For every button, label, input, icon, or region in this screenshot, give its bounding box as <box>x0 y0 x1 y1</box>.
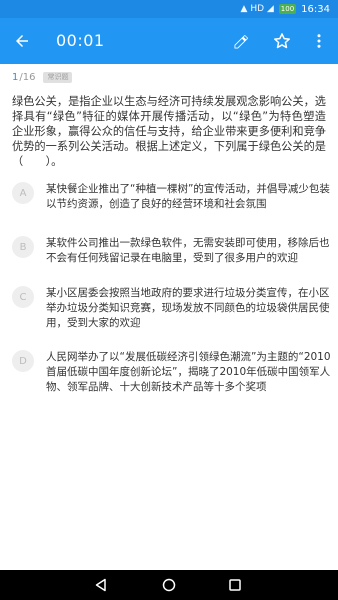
favorite-button[interactable] <box>268 27 296 55</box>
triangle-back-icon <box>95 578 106 592</box>
current-question-number: 1 <box>12 71 19 83</box>
battery-indicator: 100 <box>278 4 297 14</box>
option-d-letter: D <box>12 350 34 372</box>
back-arrow-icon <box>16 35 28 47</box>
system-nav-bar <box>0 570 338 600</box>
option-d-text: 人民网举办了以“发展低碳经济引领绿色潮流”为主题的“2010首届低碳中国年度创新… <box>46 351 331 393</box>
exam-timer: 00:01 <box>56 31 105 50</box>
edit-pencil-icon <box>234 35 248 49</box>
option-a-letter: A <box>12 182 34 204</box>
question-text: 绿色公关，是指企业以生态与经济可持续发展观念影响公关，选择具有“绿色”特征的媒体… <box>12 95 326 168</box>
circle-home-icon <box>162 578 176 592</box>
more-vert-icon <box>317 34 321 48</box>
option-c-letter: C <box>12 286 34 308</box>
option-c-text: 某小区居委会按照当地政府的要求进行垃圾分类宣传，在小区举办垃圾分类知识竞赛，现场… <box>46 287 330 329</box>
question-type-badge: 常识题 <box>43 71 73 83</box>
question-progress: 1 /16 常识题 <box>12 70 73 84</box>
toolbar: 00:01 <box>0 18 338 64</box>
signal-indicators: ▲ HD ◢ <box>240 4 274 14</box>
status-time: 16:34 <box>301 3 330 15</box>
status-bar: ▲ HD ◢ 100 16:34 <box>0 0 338 18</box>
option-b-letter: B <box>12 236 34 258</box>
back-button[interactable] <box>8 27 36 55</box>
star-icon <box>274 33 290 49</box>
nav-home-button[interactable] <box>160 576 178 594</box>
square-recents-icon <box>229 579 241 591</box>
total-questions: /16 <box>19 71 36 83</box>
option-b-text: 某软件公司推出一款绿色软件，无需安装即可使用，移除后也不会有任何残留记录在电脑里… <box>46 237 330 264</box>
nav-recents-button[interactable] <box>226 576 244 594</box>
edit-button[interactable] <box>228 27 256 55</box>
more-options-button[interactable] <box>305 27 333 55</box>
option-a-text: 某快餐企业推出了“种植一棵树”的宣传活动，并倡导减少包装以节约资源，创造了良好的… <box>46 183 330 210</box>
nav-back-button[interactable] <box>92 576 110 594</box>
